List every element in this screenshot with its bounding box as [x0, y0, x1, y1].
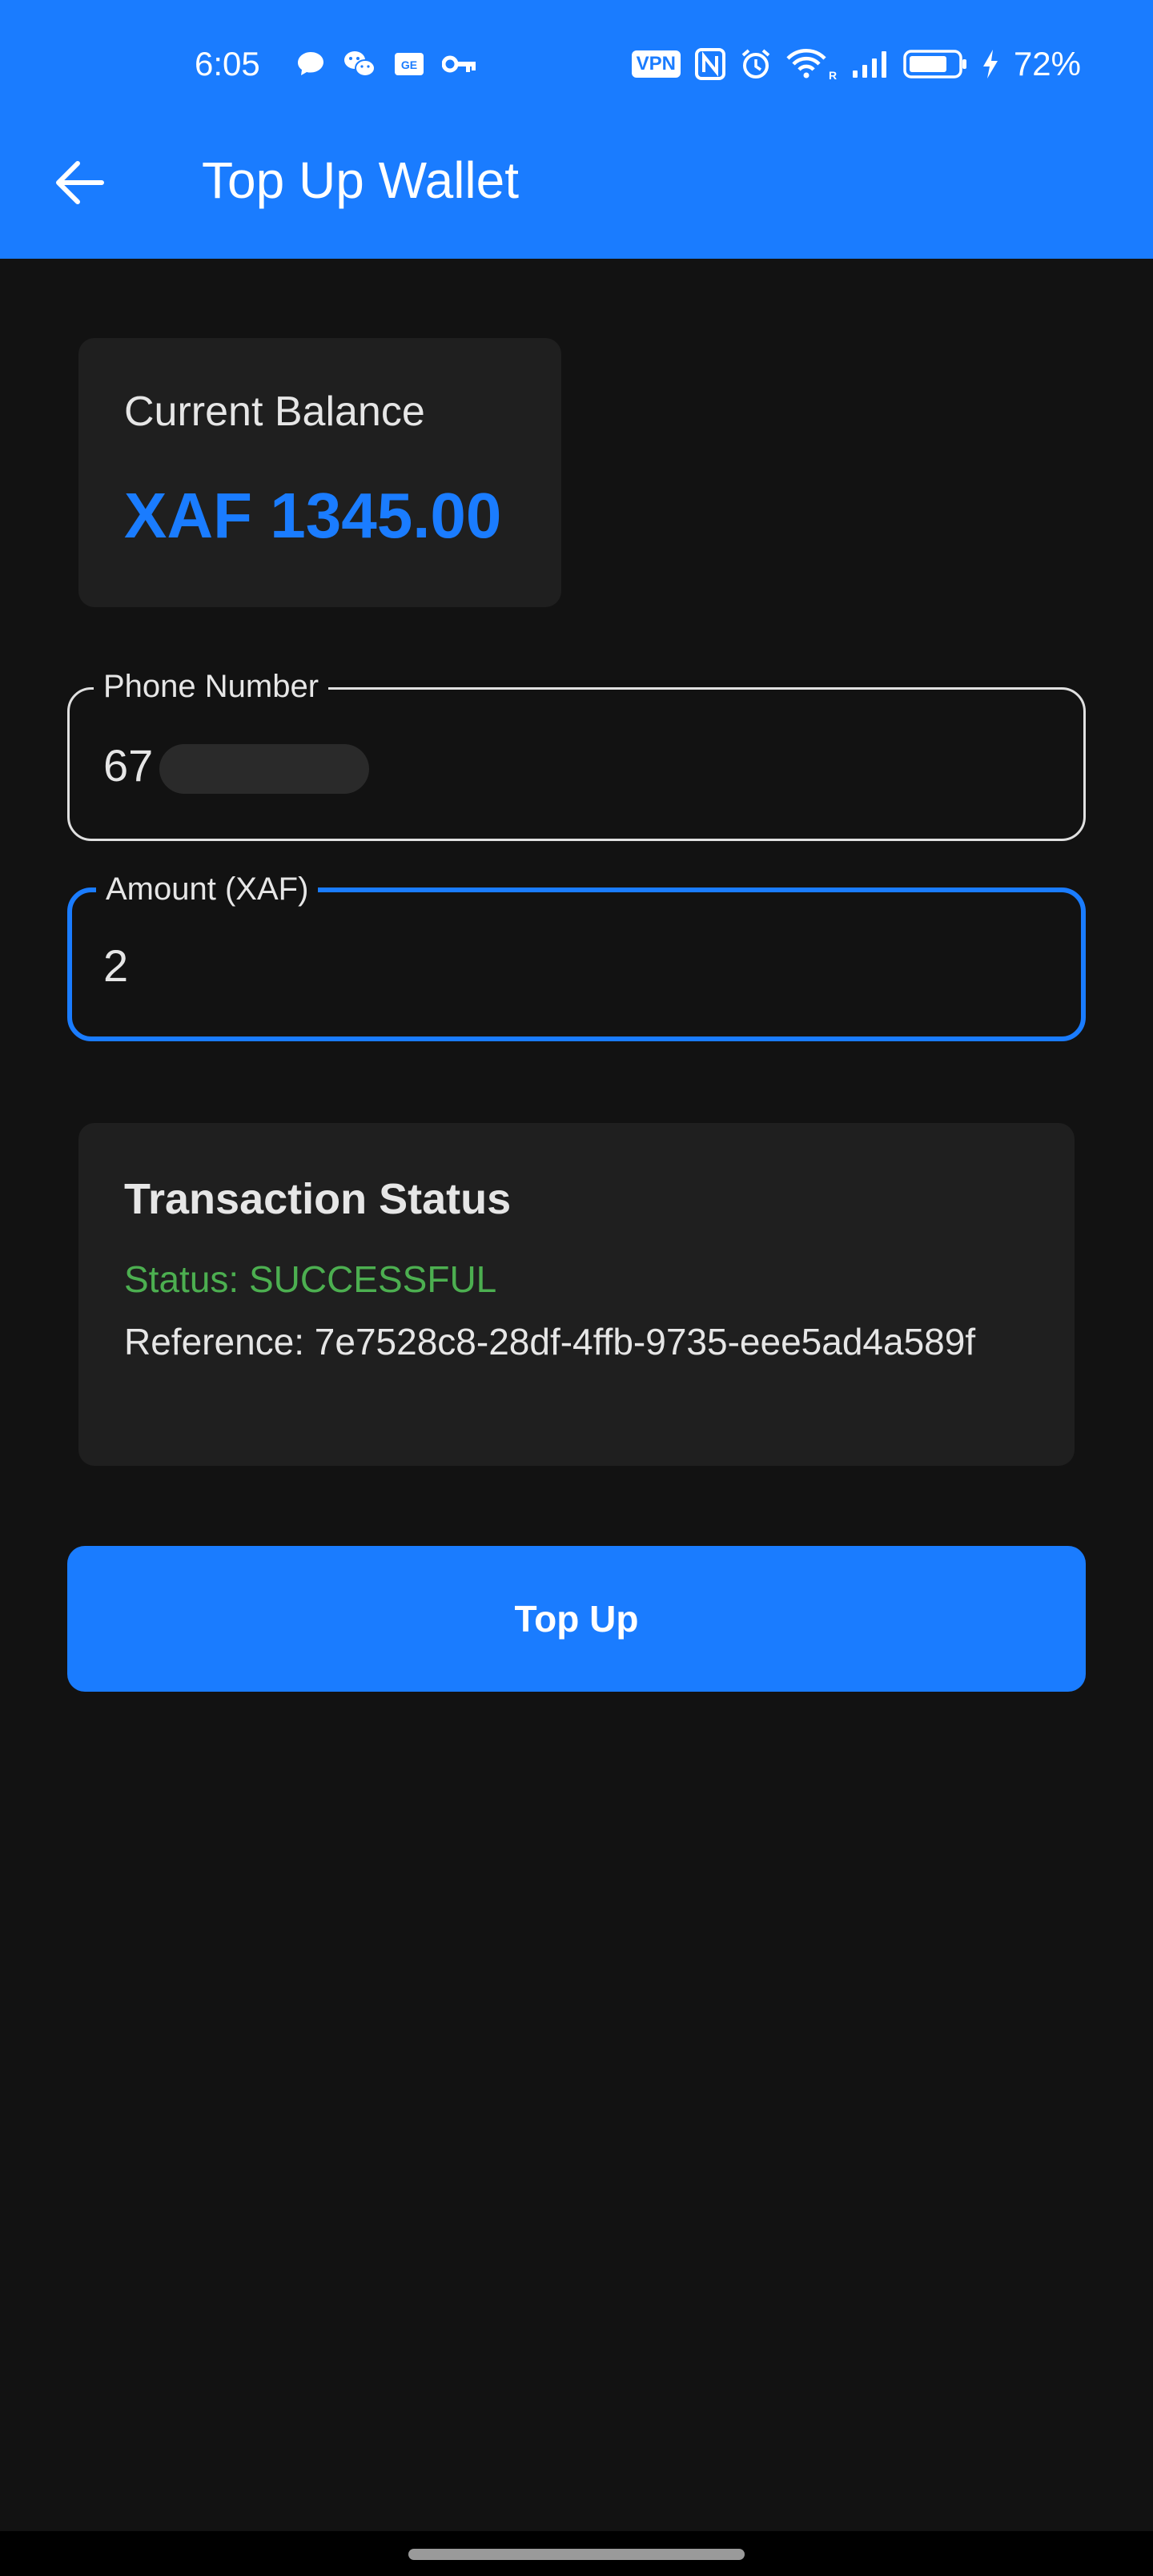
balance-value: XAF 1345.00 [124, 480, 502, 551]
wifi-icon: R [786, 47, 838, 81]
balance-label: Current Balance [124, 388, 425, 435]
key-icon [442, 54, 477, 74]
phone-number-value[interactable]: 67 [103, 739, 153, 791]
transaction-title: Transaction Status [124, 1175, 512, 1223]
charging-icon [982, 48, 999, 80]
navigation-bar [0, 2531, 1153, 2576]
balance-card: Current Balance XAF 1345.00 [78, 338, 561, 607]
signal-icon [852, 50, 889, 78]
transaction-status: Status: SUCCESSFUL [124, 1258, 497, 1300]
svg-text:GE: GE [401, 58, 417, 71]
amount-field[interactable]: Amount (XAF) 2 [67, 867, 1086, 1041]
system-icons: VPN R 72% [631, 45, 1081, 83]
notification-icons: GE [296, 50, 477, 78]
redacted-mask [159, 744, 369, 794]
vpn-icon: VPN [631, 50, 681, 78]
gallery-icon: GE [394, 52, 424, 76]
battery-percent: 72% [1013, 45, 1081, 83]
battery-icon [903, 49, 967, 79]
svg-text:R: R [829, 69, 837, 81]
transaction-card: Transaction Status Status: SUCCESSFUL Re… [78, 1123, 1075, 1466]
amount-label: Amount (XAF) [96, 867, 319, 912]
back-button[interactable] [48, 152, 112, 216]
chat-bubble-icon [296, 50, 325, 78]
phone-number-field[interactable]: Phone Number 67 [67, 664, 1086, 841]
nfc-icon [694, 48, 725, 80]
home-indicator[interactable] [408, 2549, 745, 2560]
amount-value[interactable]: 2 [103, 940, 128, 992]
header: 6:05 GE VPN R 72% Top Up Wallet [0, 0, 1153, 259]
app-bar: Top Up Wallet [0, 128, 1153, 259]
top-up-button[interactable]: Top Up [67, 1546, 1086, 1692]
transaction-reference: Reference: 7e7528c8-28df-4ffb-9735-eee5a… [124, 1321, 976, 1362]
status-time: 6:05 [195, 45, 260, 83]
arrow-left-icon [55, 160, 105, 209]
alarm-icon [740, 48, 772, 80]
phone-number-label: Phone Number [94, 664, 329, 709]
page-title: Top Up Wallet [202, 151, 519, 209]
status-bar: 6:05 GE VPN R 72% [0, 0, 1153, 128]
wechat-icon [343, 50, 376, 78]
